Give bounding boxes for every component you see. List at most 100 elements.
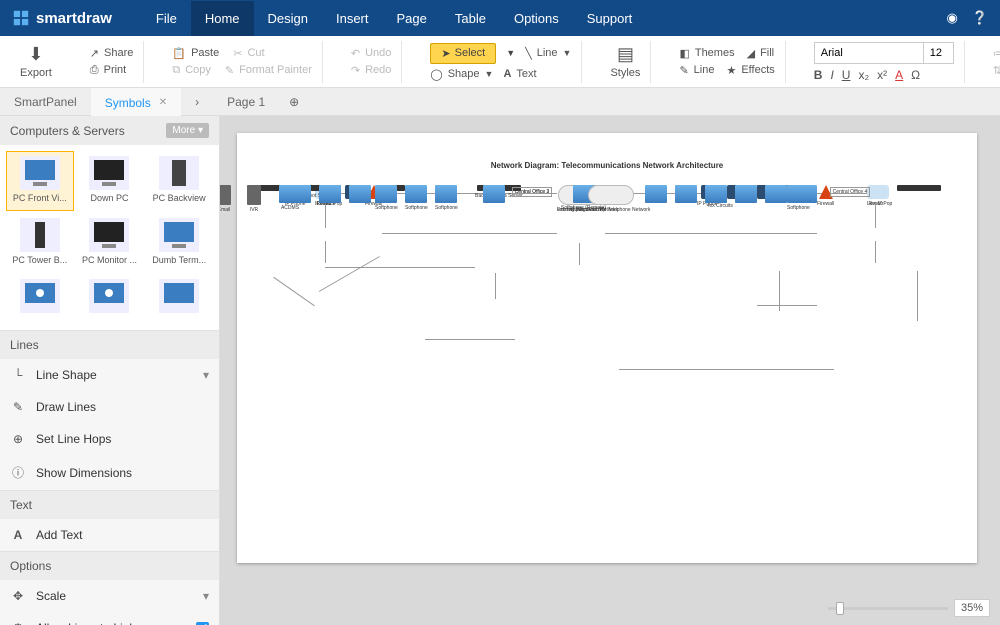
paste-button[interactable]: 📋Paste [172, 47, 219, 60]
select-button[interactable]: ➤Select [430, 43, 496, 64]
plus-icon: ⊕ [289, 95, 299, 109]
symbol-pc-tower[interactable]: PC Tower B... [6, 213, 74, 273]
superscript-button[interactable]: x² [877, 68, 887, 82]
diagram-page[interactable]: Network Diagram: Telecommunications Netw… [237, 133, 977, 563]
draw-lines-item[interactable]: ✎Draw Lines [0, 391, 219, 423]
more-button[interactable]: More ▾ [166, 123, 209, 138]
more-label: More [172, 125, 195, 136]
effects-button[interactable]: ★Effects [726, 64, 774, 77]
menu-page[interactable]: Page [383, 1, 441, 36]
symbol-item[interactable] [145, 274, 213, 324]
tab-page-1[interactable]: Page 1 [213, 89, 279, 115]
tab-nav-next[interactable]: › [181, 89, 213, 115]
export-label: Export [20, 67, 52, 79]
line2-label: Line [694, 64, 715, 76]
zoom-thumb[interactable] [836, 602, 844, 615]
underline-button[interactable]: U [842, 68, 851, 82]
app-logo: smartdraw [12, 9, 112, 27]
menu-options[interactable]: Options [500, 1, 573, 36]
bold-button[interactable]: B [814, 68, 823, 82]
tab-symbols[interactable]: Symbols✕ [91, 88, 181, 116]
copy-icon: ⧉ [172, 64, 180, 77]
copy-button[interactable]: ⧉Copy [172, 64, 211, 77]
tab-smartpanel[interactable]: SmartPanel [0, 89, 91, 115]
symbol-label: Dumb Term... [150, 255, 208, 265]
chevron-down-icon: ▾ [203, 589, 209, 603]
node-label: Softphone [375, 205, 398, 211]
themes-button[interactable]: ◧Themes [679, 47, 734, 60]
menu-file[interactable]: File [142, 1, 191, 36]
redo-button[interactable]: ↷Redo [351, 64, 392, 77]
italic-button[interactable]: I [830, 68, 833, 82]
canvas[interactable]: Network Diagram: Telecommunications Netw… [220, 116, 1000, 625]
brand-text: smartdraw [36, 10, 112, 27]
cut-button[interactable]: ✂Cut [233, 47, 264, 60]
close-icon[interactable]: ✕ [159, 97, 167, 108]
bullet-button[interactable]: ≔Bullet [993, 47, 1000, 60]
shape-icon: ◯ [430, 68, 442, 81]
box-label: Central Office 4 [830, 187, 871, 197]
line-tool-button[interactable]: ╲Line ▼ [525, 47, 571, 60]
pc-icon [319, 185, 341, 203]
pc-icon [21, 158, 59, 188]
symbol-pc-backview[interactable]: PC Backview [145, 151, 213, 211]
paste-label: Paste [191, 47, 219, 59]
text-tool-button[interactable]: AText [503, 68, 536, 80]
main-menu: File Home Design Insert Page Table Optio… [142, 1, 646, 36]
line-style-button[interactable]: ✎Line [679, 64, 714, 77]
set-line-hops-item[interactable]: ⊕Set Line Hops [0, 423, 219, 455]
print-button[interactable]: ⎙Print [90, 64, 134, 77]
node-label: IVR [250, 207, 258, 213]
help-icon[interactable]: ❔ [972, 10, 988, 26]
export-button[interactable]: ⬇Export [20, 44, 52, 79]
subscript-button[interactable]: x₂ [858, 68, 869, 82]
menu-insert[interactable]: Insert [322, 1, 383, 36]
menu-design[interactable]: Design [254, 1, 322, 36]
omega-button[interactable]: Ω [911, 68, 920, 82]
font-family-input[interactable] [814, 42, 924, 64]
symbol-pc-monitor[interactable]: PC Monitor ... [76, 213, 144, 273]
fill-button[interactable]: ◢Fill [747, 47, 775, 60]
pc-icon [435, 185, 457, 203]
shape-tool-button[interactable]: ◯Shape ▼ [430, 68, 493, 81]
font-size-input[interactable] [924, 42, 954, 64]
show-dim-label: Show Dimensions [36, 466, 132, 480]
allow-lines-link-item[interactable]: ⚙Allow Lines to Link [0, 612, 219, 625]
spacing-button[interactable]: ⇅Spacing [993, 64, 1000, 77]
text-icon: A [10, 528, 26, 542]
undo-button[interactable]: ↶Undo [351, 47, 392, 60]
pc-icon [645, 185, 667, 203]
globe-icon[interactable]: ◉ [946, 10, 957, 26]
lines-section-header: Lines [0, 331, 219, 359]
zoom-slider[interactable] [828, 607, 948, 610]
show-dimensions-item[interactable]: ⓘShow Dimensions [0, 455, 219, 490]
symbol-item[interactable] [6, 274, 74, 324]
redo-icon: ↷ [351, 64, 360, 77]
allow-link-checkbox[interactable] [196, 622, 209, 625]
styles-button[interactable]: ▤Styles [610, 44, 640, 79]
add-text-item[interactable]: AAdd Text [0, 519, 219, 551]
format-painter-button[interactable]: ✎Format Painter [225, 64, 312, 77]
symbol-down-pc[interactable]: Down PC [76, 151, 144, 211]
add-page-button[interactable]: ⊕ [279, 89, 309, 115]
pc-icon [765, 185, 787, 203]
node-label: Softphone [787, 205, 810, 211]
scale-item[interactable]: ✥Scale▾ [0, 580, 219, 612]
symbol-pc-front[interactable]: PC Front Vi... [6, 151, 74, 211]
symbol-dumb-terminal[interactable]: Dumb Term... [145, 213, 213, 273]
menu-table[interactable]: Table [441, 1, 500, 36]
line-shape-item[interactable]: └Line Shape▾ [0, 359, 219, 391]
font-color-button[interactable]: A [895, 68, 903, 82]
node-label: Public Switched Telephone Network [571, 207, 650, 213]
share-button[interactable]: ↗Share [90, 47, 134, 60]
symbol-item[interactable] [76, 274, 144, 324]
set-hops-label: Set Line Hops [36, 432, 111, 446]
chevron-down-icon[interactable]: ▼ [506, 48, 515, 58]
styles-label: Styles [610, 67, 640, 79]
zoom-value[interactable]: 35% [954, 599, 990, 617]
server-icon [220, 185, 231, 205]
switch-icon [897, 185, 941, 191]
menu-support[interactable]: Support [573, 1, 647, 36]
menu-home[interactable]: Home [191, 1, 254, 36]
monitor-icon [21, 281, 59, 311]
